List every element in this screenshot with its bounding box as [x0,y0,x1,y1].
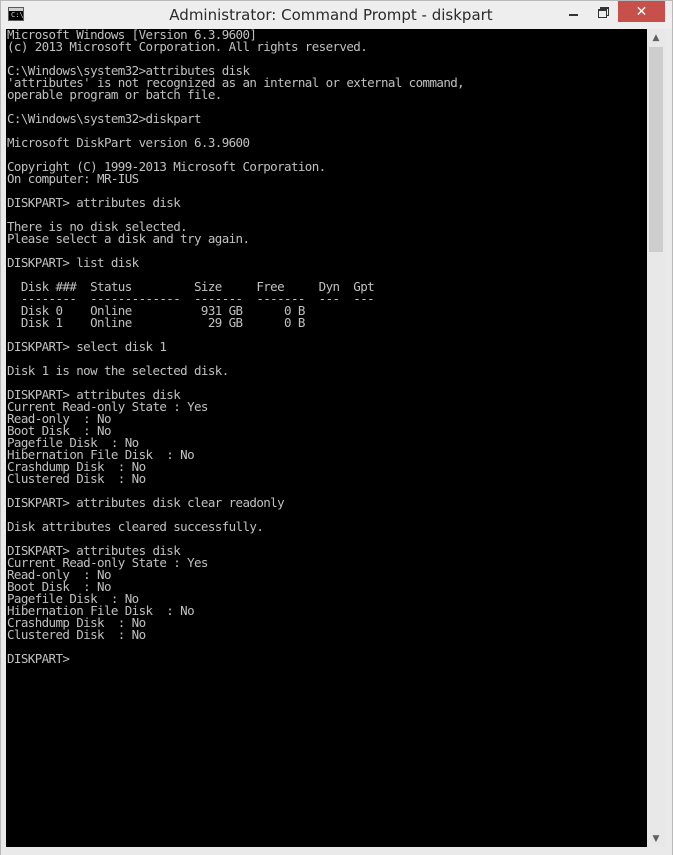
console-line: DISKPART> select disk 1 [7,339,167,354]
arrow-up-icon: ▲ [652,32,660,43]
console-line: On computer: MR-IUS [7,171,139,186]
console-line: C:\Windows\system32>diskpart [7,111,202,126]
console-line: DISKPART> attributes disk [7,195,181,210]
close-icon: ✕ [635,3,648,20]
console-line: Disk attributes cleared successfully. [7,519,264,534]
console-line: DISKPART> attributes disk clear readonly [7,495,285,510]
window-bottom-border [1,847,672,855]
arrow-down-icon: ▼ [652,833,660,844]
icon-prompt-text: C:\_ [11,11,28,19]
minimize-icon [568,13,578,16]
title-bar[interactable]: C:\_ Administrator: Command Prompt - dis… [1,1,672,29]
console-line: DISKPART> list disk [7,255,139,270]
console-line: (c) 2013 Microsoft Corporation. All righ… [7,39,368,54]
restore-icon [598,7,609,18]
window-title: Administrator: Command Prompt - diskpart [169,6,493,24]
scroll-up-button[interactable]: ▲ [647,29,665,46]
console-text: Microsoft Windows [Version 6.3.9600] (c)… [6,29,647,665]
console-line: Please select a disk and try again. [7,231,250,246]
vertical-scrollbar[interactable]: ▲ ▼ [647,29,665,847]
scrollbar-thumb[interactable] [649,47,663,252]
scroll-down-button[interactable]: ▼ [647,830,665,847]
maximize-button[interactable] [590,1,616,22]
command-prompt-window: C:\_ Administrator: Command Prompt - dis… [0,0,673,855]
console-line: Disk 1 is now the selected disk. [7,363,229,378]
console-line: operable program or batch file. [7,87,222,102]
command-prompt-icon[interactable]: C:\_ [8,7,28,21]
console-line: Microsoft DiskPart version 6.3.9600 [7,135,250,150]
console-output[interactable]: Microsoft Windows [Version 6.3.9600] (c)… [6,29,647,847]
console-line: Disk 1 Online 29 GB 0 B [7,315,306,330]
console-line: Clustered Disk : No [7,471,146,486]
close-button[interactable]: ✕ [618,1,665,22]
console-line: DISKPART> [7,651,70,666]
minimize-button[interactable] [560,1,586,22]
console-line: Clustered Disk : No [7,627,146,642]
